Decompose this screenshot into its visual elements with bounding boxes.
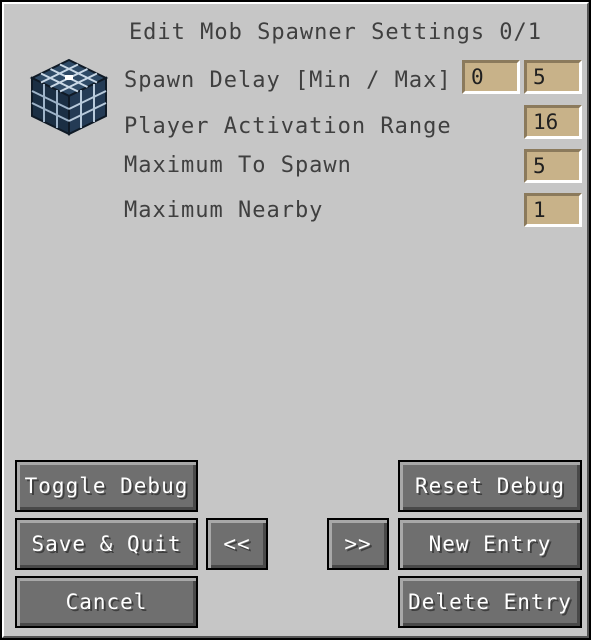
player-activation-range-label: Player Activation Range <box>124 114 452 139</box>
maximum-to-spawn-label: Maximum To Spawn <box>124 153 352 178</box>
reset-debug-button[interactable]: Reset Debug <box>398 460 582 512</box>
previous-page-button[interactable]: << <box>206 518 268 570</box>
maximum-to-spawn-field[interactable]: 5 <box>524 149 582 183</box>
spawn-delay-max-field[interactable]: 5 <box>524 60 582 94</box>
spawner-settings-window: Edit Mob Spawner Settings 0/1 Spawn Dela… <box>0 0 591 640</box>
cancel-button[interactable]: Cancel <box>15 576 198 628</box>
spawn-delay-min-field[interactable]: 0 <box>462 60 520 94</box>
new-entry-button[interactable]: New Entry <box>398 518 582 570</box>
delete-entry-button[interactable]: Delete Entry <box>398 576 582 628</box>
player-activation-range-field[interactable]: 16 <box>524 105 582 139</box>
maximum-nearby-label: Maximum Nearby <box>124 198 324 223</box>
mob-spawner-block-icon <box>29 58 109 136</box>
maximum-nearby-field[interactable]: 1 <box>524 193 582 227</box>
toggle-debug-button[interactable]: Toggle Debug <box>15 460 198 512</box>
spawn-delay-label: Spawn Delay [Min / Max] <box>124 68 452 93</box>
save-quit-button[interactable]: Save & Quit <box>15 518 198 570</box>
next-page-button[interactable]: >> <box>327 518 389 570</box>
window-title: Edit Mob Spawner Settings 0/1 <box>128 20 543 45</box>
